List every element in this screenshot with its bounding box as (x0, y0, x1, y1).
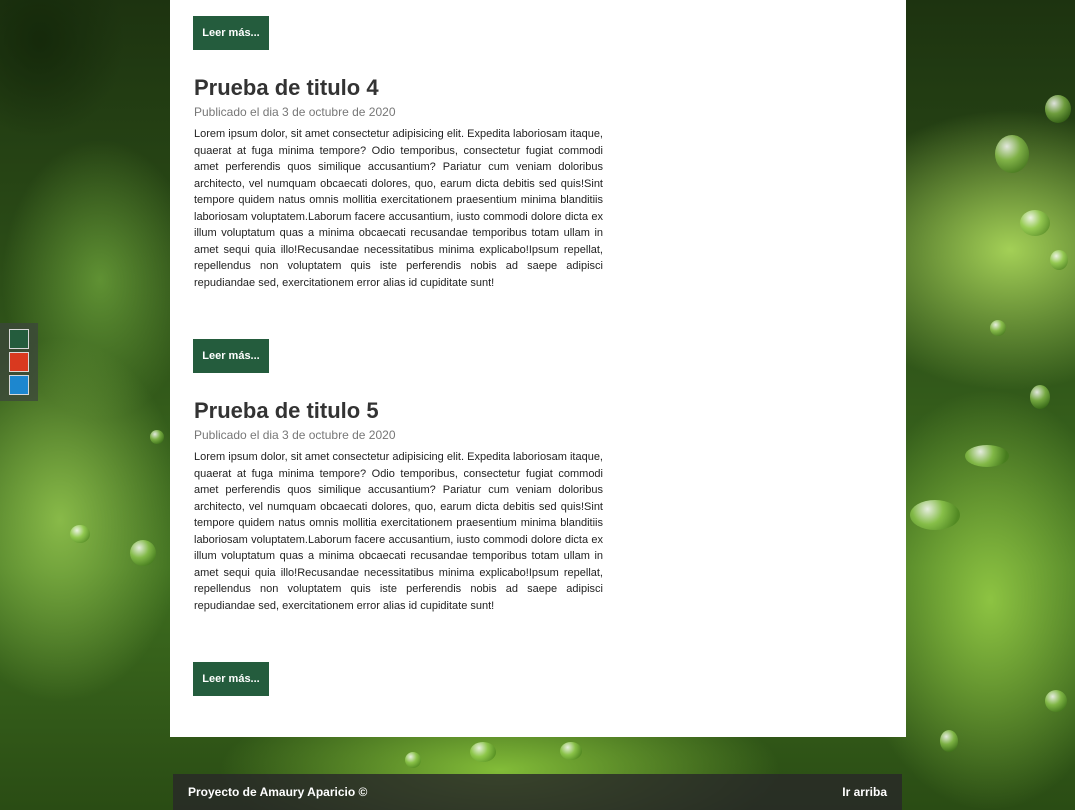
read-more-button[interactable]: Leer más... (193, 339, 269, 373)
post-date: Publicado el dia 3 de octubre de 2020 (194, 428, 396, 442)
main-content: Leer más... Prueba de titulo 4 Publicado… (170, 0, 906, 737)
post-body: Lorem ipsum dolor, sit amet consectetur … (194, 128, 603, 289)
theme-swatch-green[interactable] (9, 329, 29, 349)
post-title: Prueba de titulo 5 (194, 398, 379, 423)
read-more-button[interactable]: Leer más... (193, 662, 269, 696)
footer: Proyecto de Amaury Aparicio © Ir arriba (173, 774, 902, 810)
post-title: Prueba de titulo 4 (194, 75, 379, 100)
post-body: Lorem ipsum dolor, sit amet consectetur … (194, 451, 603, 612)
post-date: Publicado el dia 3 de octubre de 2020 (194, 105, 396, 119)
footer-credit: Proyecto de Amaury Aparicio © (188, 785, 368, 799)
theme-swatch-blue[interactable] (9, 375, 29, 395)
theme-color-picker (0, 323, 38, 401)
read-more-button[interactable]: Leer más... (193, 16, 269, 50)
back-to-top-link[interactable]: Ir arriba (842, 785, 887, 799)
theme-swatch-red[interactable] (9, 352, 29, 372)
